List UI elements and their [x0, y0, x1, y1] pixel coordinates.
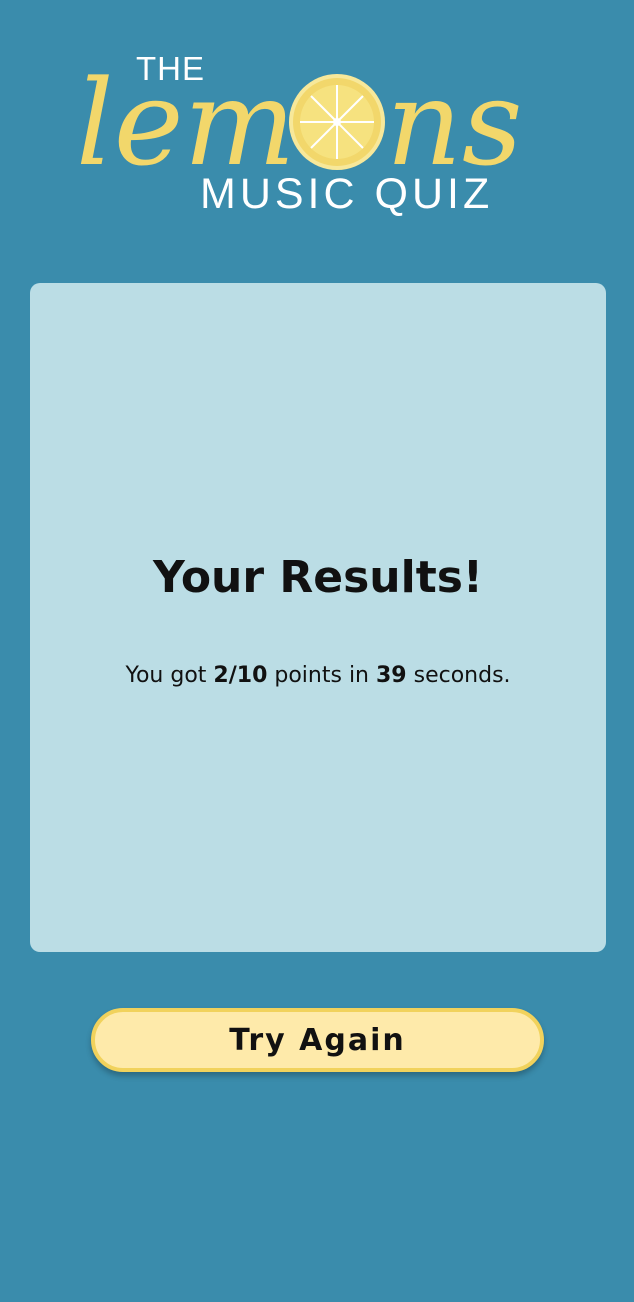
results-card: Your Results! You got 2/10 points in 39 … — [30, 283, 606, 952]
logo-subtitle-text: MUSIC QUIZ — [200, 170, 493, 218]
logo-graphic: THE lem ns lemons MUSIC QUIZ — [70, 24, 523, 218]
logo-brand-text: lemons — [70, 24, 74, 25]
results-title: Your Results! — [153, 552, 483, 603]
lemon-slice-icon — [289, 74, 385, 170]
results-summary: You got 2/10 points in 39 seconds. — [30, 661, 606, 691]
try-again-button[interactable]: Try Again — [91, 1008, 544, 1072]
seconds-value: 39 — [376, 663, 407, 688]
results-text-prefix: You got — [125, 663, 214, 688]
results-text-middle: points in — [267, 663, 376, 688]
score-value: 2/10 — [213, 663, 268, 688]
app-logo: THE lem ns lemons MUSIC QUIZ — [70, 24, 530, 220]
results-text-suffix: seconds. — [406, 663, 511, 688]
